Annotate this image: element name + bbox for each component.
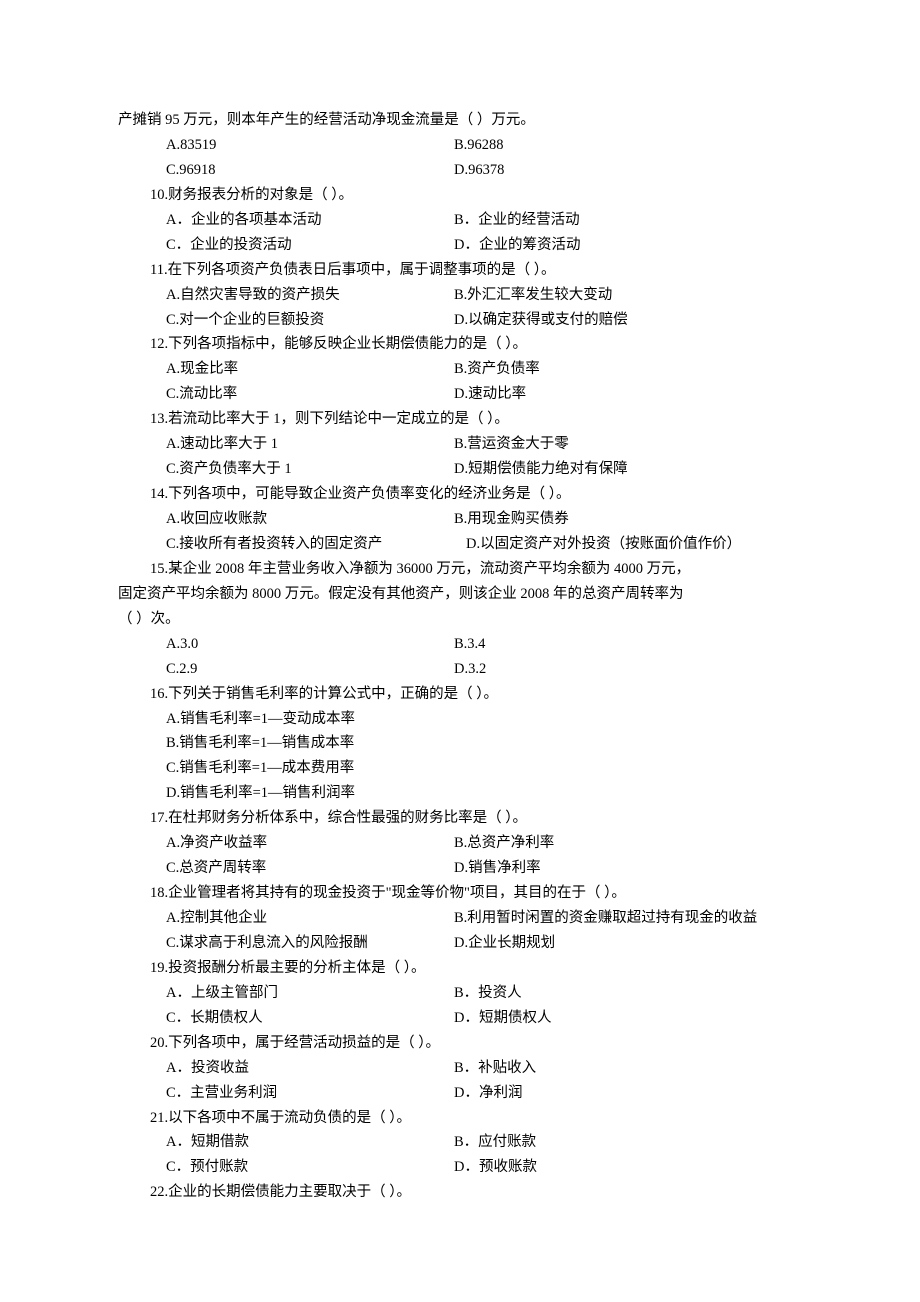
option-a: A．投资收益 [118,1056,454,1081]
option-a: A．上级主管部门 [118,981,454,1006]
option-d: D.3.2 [454,657,486,682]
q13-options-row2: C.资产负债率大于 1 D.短期偿债能力绝对有保障 [118,457,802,482]
option-a: A.收回应收账款 [118,507,454,532]
option-b: B．应付账款 [454,1130,536,1155]
q14-options-row1: A.收回应收账款 B.用现金购买债券 [118,507,802,532]
option-c: C.谋求高于利息流入的风险报酬 [118,931,454,956]
continuation-options-row1: A.83519 B.96288 [118,133,802,158]
q10-options-row1: A．企业的各项基本活动 B．企业的经营活动 [118,208,802,233]
q18-options-row1: A.控制其他企业 B.利用暂时闲置的资金赚取超过持有现金的收益 [118,906,802,931]
option-b: B．投资人 [454,981,522,1006]
q15-options-row2: C.2.9 D.3.2 [118,657,802,682]
option-d: D.短期偿债能力绝对有保障 [454,457,628,482]
continuation-options-row2: C.96918 D.96378 [118,158,802,183]
q15-line3: （ ）次。 [118,607,802,632]
option-d: D．短期债权人 [454,1006,551,1031]
q20-stem: 20.下列各项中，属于经营活动损益的是（ ）。 [118,1031,802,1056]
option-a: A.自然灾害导致的资产损失 [118,283,454,308]
option-b: B.资产负债率 [454,357,540,382]
q14-stem: 14.下列各项中，可能导致企业资产负债率变化的经济业务是（ ）。 [118,482,802,507]
q12-options-row1: A.现金比率 B.资产负债率 [118,357,802,382]
q12-stem: 12.下列各项指标中，能够反映企业长期偿债能力的是（ ）。 [118,332,802,357]
q16-stem: 16.下列关于销售毛利率的计算公式中，正确的是（ ）。 [118,682,802,707]
q17-stem: 17.在杜邦财务分析体系中，综合性最强的财务比率是（ ）。 [118,806,802,831]
q14-options-row2: C.接收所有者投资转入的固定资产 D.以固定资产对外投资（按账面价值作价） [118,532,802,557]
option-b: B.96288 [454,133,504,158]
option-b: B.用现金购买债券 [454,507,569,532]
option-a: A.净资产收益率 [118,831,454,856]
q19-stem: 19.投资报酬分析最主要的分析主体是（ ）。 [118,956,802,981]
option-b: B．补贴收入 [454,1056,536,1081]
option-a: A.83519 [118,133,454,158]
option-a: A.3.0 [118,632,454,657]
continuation-line: 产摊销 95 万元，则本年产生的经营活动净现金流量是（ ）万元。 [118,108,802,133]
q15-line1: 15.某企业 2008 年主营业务收入净额为 36000 万元，流动资产平均余额… [118,557,802,582]
option-d: D.销售毛利率=1—销售利润率 [118,781,802,806]
option-c: C．主营业务利润 [118,1081,454,1106]
option-c: C.销售毛利率=1—成本费用率 [118,756,802,781]
option-a: A.控制其他企业 [118,906,454,931]
option-b: B.外汇汇率发生较大变动 [454,283,612,308]
option-a: A．短期借款 [118,1130,454,1155]
q11-options-row1: A.自然灾害导致的资产损失 B.外汇汇率发生较大变动 [118,283,802,308]
option-c: C.资产负债率大于 1 [118,457,454,482]
option-c: C.流动比率 [118,382,454,407]
option-b: B.总资产净利率 [454,831,554,856]
option-d: D.96378 [454,158,504,183]
option-c: C.总资产周转率 [118,856,454,881]
option-b: B.营运资金大于零 [454,432,569,457]
q15-line2: 固定资产平均余额为 8000 万元。假定没有其他资产，则该企业 2008 年的总… [118,582,802,607]
q21-options-row1: A．短期借款 B．应付账款 [118,1130,802,1155]
q18-stem: 18.企业管理者将其持有的现金投资于"现金等价物"项目，其目的在于（ ）。 [118,881,802,906]
q18-options-row2: C.谋求高于利息流入的风险报酬 D.企业长期规划 [118,931,802,956]
option-b: B.利用暂时闲置的资金赚取超过持有现金的收益 [454,906,757,931]
q17-options-row2: C.总资产周转率 D.销售净利率 [118,856,802,881]
option-b: B.销售毛利率=1—销售成本率 [118,731,802,756]
option-b: B．企业的经营活动 [454,208,580,233]
option-a: A.现金比率 [118,357,454,382]
q22-stem: 22.企业的长期偿债能力主要取决于（ ）。 [118,1180,802,1205]
option-c: C.96918 [118,158,454,183]
option-c: C.对一个企业的巨额投资 [118,308,454,333]
q21-options-row2: C．预付账款 D．预收账款 [118,1155,802,1180]
option-c: C.接收所有者投资转入的固定资产 [118,532,466,557]
option-d: D.以确定获得或支付的赔偿 [454,308,628,333]
option-b: B.3.4 [454,632,485,657]
q12-options-row2: C.流动比率 D.速动比率 [118,382,802,407]
option-d: D.销售净利率 [454,856,541,881]
option-d: D.企业长期规划 [454,931,555,956]
option-d: D.以固定资产对外投资（按账面价值作价） [466,532,741,557]
option-d: D．净利润 [454,1081,522,1106]
q21-stem: 21.以下各项中不属于流动负债的是（ ）。 [118,1106,802,1131]
q19-options-row1: A．上级主管部门 B．投资人 [118,981,802,1006]
option-a: A．企业的各项基本活动 [118,208,454,233]
q15-options-row1: A.3.0 B.3.4 [118,632,802,657]
q13-options-row1: A.速动比率大于 1 B.营运资金大于零 [118,432,802,457]
option-a: A.速动比率大于 1 [118,432,454,457]
q10-stem: 10.财务报表分析的对象是（ ）。 [118,183,802,208]
q13-stem: 13.若流动比率大于 1，则下列结论中一定成立的是（ ）。 [118,407,802,432]
option-c: C．企业的投资活动 [118,233,454,258]
q17-options-row1: A.净资产收益率 B.总资产净利率 [118,831,802,856]
option-c: C.2.9 [118,657,454,682]
q10-options-row2: C．企业的投资活动 D．企业的筹资活动 [118,233,802,258]
option-c: C．预付账款 [118,1155,454,1180]
q11-stem: 11.在下列各项资产负债表日后事项中，属于调整事项的是（ ）。 [118,258,802,283]
option-a: A.销售毛利率=1—变动成本率 [118,707,802,732]
q19-options-row2: C．长期债权人 D．短期债权人 [118,1006,802,1031]
option-d: D．企业的筹资活动 [454,233,580,258]
option-c: C．长期债权人 [118,1006,454,1031]
q11-options-row2: C.对一个企业的巨额投资 D.以确定获得或支付的赔偿 [118,308,802,333]
option-d: D．预收账款 [454,1155,537,1180]
q20-options-row1: A．投资收益 B．补贴收入 [118,1056,802,1081]
q20-options-row2: C．主营业务利润 D．净利润 [118,1081,802,1106]
option-d: D.速动比率 [454,382,526,407]
